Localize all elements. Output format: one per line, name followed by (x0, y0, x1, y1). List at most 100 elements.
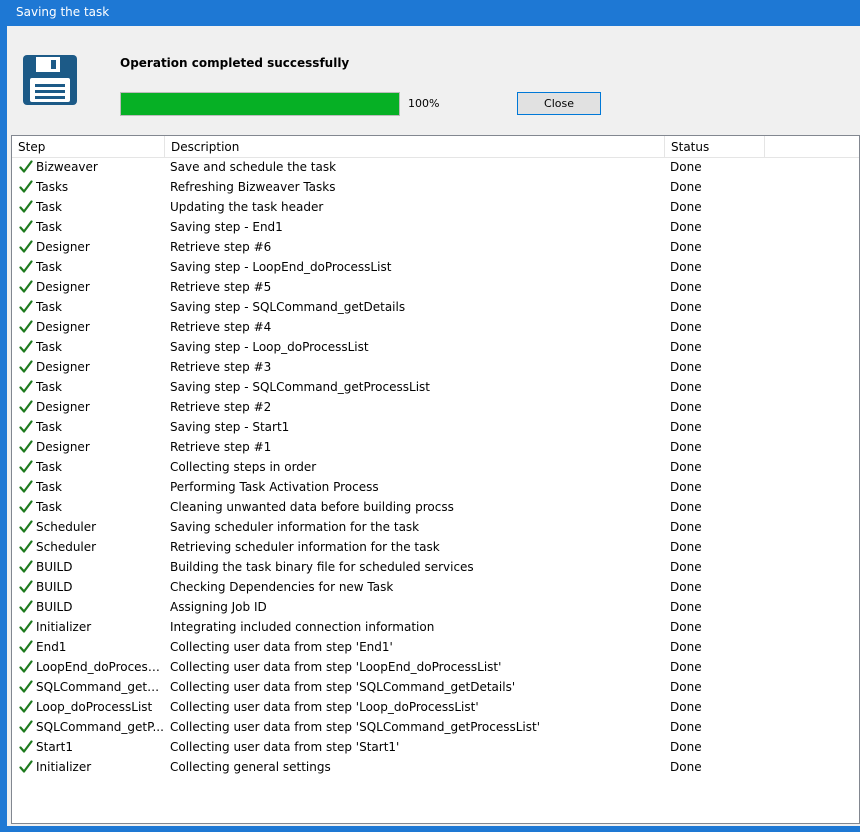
row-step: Designer (36, 400, 90, 414)
list-item[interactable]: Designer Retrieve step #2 Done (12, 397, 859, 417)
checkmark-icon (19, 577, 35, 597)
row-step: Designer (36, 320, 90, 334)
list-item[interactable]: End1 Collecting user data from step 'End1… (12, 637, 859, 657)
row-status: Done (670, 660, 702, 674)
row-description: Saving step - LoopEnd_doProcessList (170, 260, 392, 274)
row-status: Done (670, 340, 702, 354)
row-description: Assigning Job ID (170, 600, 267, 614)
list-item[interactable]: SQLCommand_getD... Collecting user data f… (12, 677, 859, 697)
list-item[interactable]: Bizweaver Save and schedule the task Done (12, 157, 859, 177)
row-status: Done (670, 300, 702, 314)
row-description: Refreshing Bizweaver Tasks (170, 180, 336, 194)
list-item[interactable]: Scheduler Retrieving scheduler informatio… (12, 537, 859, 557)
list-item[interactable]: BUILD Checking Dependencies for new Task D… (12, 577, 859, 597)
list-item[interactable]: Task Saving step - SQLCommand_getDetails D… (12, 297, 859, 317)
list-item[interactable]: LoopEnd_doProcess... Collecting user data… (12, 657, 859, 677)
checkmark-icon (19, 697, 35, 717)
close-button[interactable]: Close (517, 92, 601, 115)
title-bar[interactable]: Saving the task (0, 0, 860, 26)
row-step: End1 (36, 640, 67, 654)
list-item[interactable]: Designer Retrieve step #5 Done (12, 277, 859, 297)
list-item[interactable]: BUILD Assigning Job ID Done (12, 597, 859, 617)
checkmark-icon (19, 617, 35, 637)
row-status: Done (670, 280, 702, 294)
list-item[interactable]: Designer Retrieve step #6 Done (12, 237, 859, 257)
row-description: Building the task binary file for schedu… (170, 560, 474, 574)
row-step: Task (36, 380, 62, 394)
row-status: Done (670, 360, 702, 374)
checkmark-icon (19, 257, 35, 277)
list-item[interactable]: Task Saving step - SQLCommand_getProcessL… (12, 377, 859, 397)
row-description: Retrieve step #6 (170, 240, 272, 254)
progress-percentage: 100% (408, 97, 440, 110)
list-item[interactable]: Loop_doProcessList Collecting user data f… (12, 697, 859, 717)
row-description: Retrieve step #5 (170, 280, 272, 294)
list-item[interactable]: Start1 Collecting user data from step 'St… (12, 737, 859, 757)
row-description: Collecting user data from step 'LoopEnd_… (170, 660, 502, 674)
column-header-step[interactable]: Step (12, 136, 165, 157)
list-item[interactable]: Task Cleaning unwanted data before buildi… (12, 497, 859, 517)
list-item[interactable]: Initializer Integrating included connecti… (12, 617, 859, 637)
checkmark-icon (19, 457, 35, 477)
checkmark-icon (19, 737, 35, 757)
row-status: Done (670, 540, 702, 554)
row-status: Done (670, 740, 702, 754)
row-description: Retrieve step #3 (170, 360, 272, 374)
list-item[interactable]: Scheduler Saving scheduler information fo… (12, 517, 859, 537)
checkmark-icon (19, 477, 35, 497)
checkmark-icon (19, 337, 35, 357)
row-step: Task (36, 420, 62, 434)
list-item[interactable]: Task Saving step - Loop_doProcessList Done (12, 337, 859, 357)
checkmark-icon (19, 677, 35, 697)
list-item[interactable]: SQLCommand_getP... Collecting user data f… (12, 717, 859, 737)
row-status: Done (670, 240, 702, 254)
row-description: Saving step - SQLCommand_getProcessList (170, 380, 430, 394)
steps-list-view[interactable]: Step Description Status Bizweaver Save an… (11, 135, 860, 824)
window-bottom-border (0, 826, 860, 832)
row-description: Saving scheduler information for the tas… (170, 520, 420, 534)
list-item[interactable]: Tasks Refreshing Bizweaver Tasks Done (12, 177, 859, 197)
dialog-window: Saving the task Operation completed succ… (0, 0, 860, 832)
checkmark-icon (19, 557, 35, 577)
list-item[interactable]: Task Collecting steps in order Done (12, 457, 859, 477)
row-step: Loop_doProcessList (36, 700, 153, 714)
row-step: Designer (36, 360, 90, 374)
list-item[interactable]: Task Saving step - Start1 Done (12, 417, 859, 437)
list-item[interactable]: Task Performing Task Activation Process Do… (12, 477, 859, 497)
list-item[interactable]: Designer Retrieve step #3 Done (12, 357, 859, 377)
row-status: Done (670, 560, 702, 574)
list-item[interactable]: Task Saving step - End1 Done (12, 217, 859, 237)
list-header: Step Description Status (12, 136, 859, 158)
checkmark-icon (19, 497, 35, 517)
row-step: Scheduler (36, 520, 97, 534)
row-step: BUILD (36, 600, 73, 614)
list-rows: Bizweaver Save and schedule the task Done T… (12, 157, 859, 777)
row-step: Task (36, 460, 62, 474)
list-item[interactable]: Designer Retrieve step #1 Done (12, 437, 859, 457)
list-item[interactable]: Task Saving step - LoopEnd_doProcessList D… (12, 257, 859, 277)
checkmark-icon (19, 597, 35, 617)
row-description: Updating the task header (170, 200, 324, 214)
row-description: Collecting steps in order (170, 460, 317, 474)
column-header-status[interactable]: Status (665, 136, 765, 157)
row-status: Done (670, 520, 702, 534)
list-item[interactable]: Designer Retrieve step #4 Done (12, 317, 859, 337)
row-step: Initializer (36, 760, 92, 774)
status-message: Operation completed successfully (120, 56, 350, 70)
row-step: Initializer (36, 620, 92, 634)
list-item[interactable]: Initializer Collecting general settings Do… (12, 757, 859, 777)
column-header-description[interactable]: Description (165, 136, 665, 157)
row-status: Done (670, 200, 702, 214)
row-description: Collecting user data from step 'End1' (170, 640, 393, 654)
checkmark-icon (19, 377, 35, 397)
row-description: Collecting general settings (170, 760, 331, 774)
list-item[interactable]: BUILD Building the task binary file for s… (12, 557, 859, 577)
row-step: BUILD (36, 560, 73, 574)
checkmark-icon (19, 197, 35, 217)
row-status: Done (670, 420, 702, 434)
list-item[interactable]: Task Updating the task header Done (12, 197, 859, 217)
row-status: Done (670, 160, 702, 174)
row-step: Task (36, 200, 62, 214)
checkmark-icon (19, 397, 35, 417)
row-description: Checking Dependencies for new Task (170, 580, 394, 594)
